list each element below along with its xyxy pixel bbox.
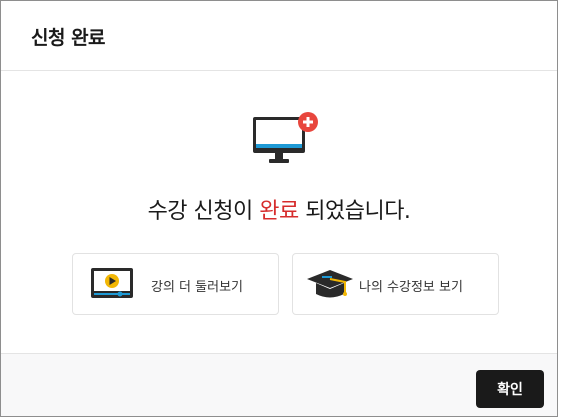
confirm-button[interactable]: 확인	[476, 370, 544, 408]
dialog-footer: 확인	[1, 353, 557, 416]
dialog-header: 신청 완료	[1, 1, 557, 71]
message-suffix: 되었습니다.	[298, 199, 411, 224]
my-enrollment-info-label: 나의 수강정보 보기	[359, 280, 463, 295]
browse-courses-button[interactable]: 강의 더 둘러보기	[72, 253, 279, 315]
video-player-icon	[90, 267, 134, 307]
monitor-add-icon	[251, 111, 323, 171]
my-enrollment-info-button[interactable]: 나의 수강정보 보기	[292, 253, 499, 315]
browse-courses-label: 강의 더 둘러보기	[151, 280, 243, 295]
dialog-title: 신청 완료	[31, 27, 106, 49]
message-prefix: 수강 신청이	[147, 199, 260, 224]
message-accent: 완료	[259, 199, 299, 224]
graduation-cap-icon	[305, 267, 355, 307]
completion-message: 수강 신청이 완료 되었습니다.	[1, 193, 557, 225]
enrollment-complete-dialog: 신청 완료 수강 신청이 완료 되었습니다. 강의 더 둘러보기 나의 수강정보…	[0, 0, 558, 417]
